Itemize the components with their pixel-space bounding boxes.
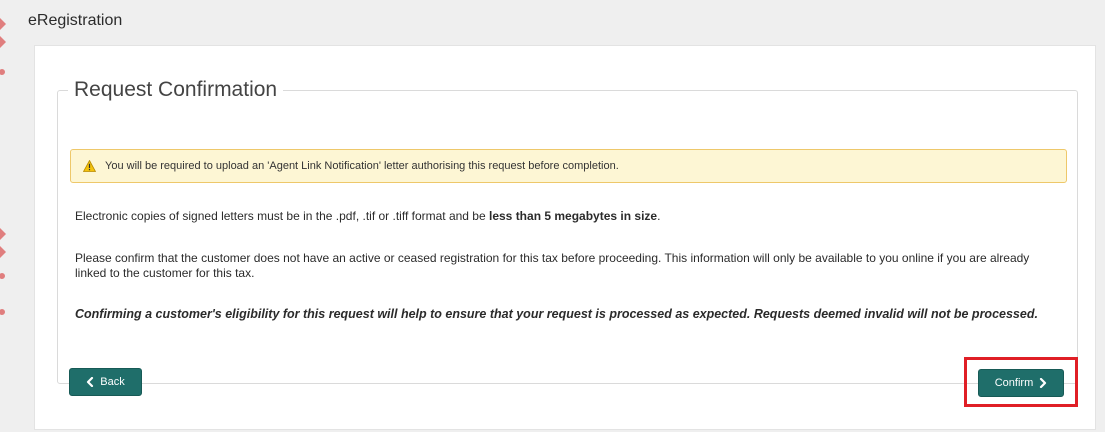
back-button[interactable]: Back xyxy=(69,368,142,396)
size-limit-text: less than 5 megabytes in size xyxy=(489,209,658,223)
section-title: Request Confirmation xyxy=(74,78,278,101)
warning-triangle-icon xyxy=(83,160,96,172)
format-requirements-text: Electronic copies of signed letters must… xyxy=(75,209,660,224)
confirmation-instruction-text: Please confirm that the customer does no… xyxy=(75,251,1030,280)
format-text: Electronic copies of signed letters must… xyxy=(75,209,489,223)
format-end: . xyxy=(657,209,661,223)
request-confirmation-section: Request Confirmation You will be require… xyxy=(57,78,1078,407)
warning-alert: You will be required to upload an 'Agent… xyxy=(70,149,1067,183)
edge-decoration xyxy=(0,18,6,315)
warning-text: You will be required to upload an 'Agent… xyxy=(105,160,619,172)
confirm-button-label: Confirm xyxy=(994,377,1034,389)
chevron-right-icon xyxy=(1040,378,1047,388)
confirm-button[interactable]: Confirm xyxy=(978,369,1064,397)
main-panel: Request Confirmation You will be require… xyxy=(34,45,1096,430)
app-title: eRegistration xyxy=(28,12,123,29)
eligibility-note: Confirming a customer's eligibility for … xyxy=(75,307,1038,321)
back-button-label: Back xyxy=(100,376,125,388)
chevron-left-icon xyxy=(87,377,94,387)
